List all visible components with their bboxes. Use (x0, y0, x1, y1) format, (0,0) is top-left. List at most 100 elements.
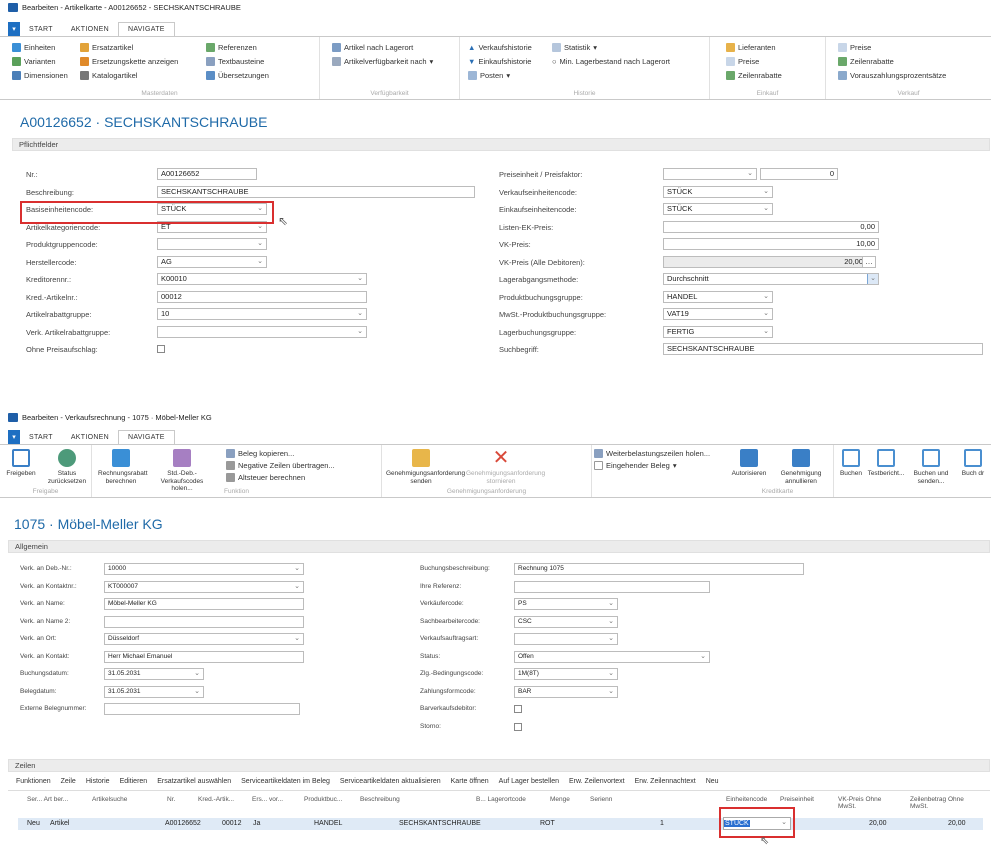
ohne-preisaufschlag-checkbox[interactable] (157, 345, 165, 353)
toolbar-item[interactable]: Zeile (61, 778, 76, 785)
field-input[interactable]: Offen ⌄ (514, 650, 710, 663)
buchen-button[interactable]: Buchen (834, 449, 868, 478)
chevron-down-icon[interactable]: ⌄ (357, 327, 363, 337)
ersatzartikel-button[interactable]: Ersatzartikel (80, 43, 133, 52)
table-cell[interactable]: ROT (540, 820, 555, 827)
column-header[interactable]: Beschreibung (360, 796, 460, 803)
field-input[interactable]: VAT19 ⌄ (663, 308, 773, 320)
varianten-button[interactable]: Varianten (12, 57, 56, 66)
freigeben-button[interactable]: Freigeben (0, 449, 44, 478)
weiterbelastung-button[interactable]: Weiterbelastungszeilen holen... (594, 449, 710, 458)
column-header[interactable]: Artikelsuche (92, 796, 152, 803)
toolbar-item[interactable]: Serviceartikeldaten im Beleg (241, 778, 330, 785)
toolbar-item[interactable]: Funktionen (16, 778, 51, 785)
chevron-down-icon[interactable]: ⌄ (867, 274, 878, 284)
chevron-down-icon[interactable]: ⌄ (257, 257, 263, 267)
verkauf-preise-button[interactable]: Preise (838, 43, 871, 52)
chevron-down-icon[interactable]: ⌄ (608, 669, 614, 679)
field-input[interactable]: 1M(8T) ⌄ (514, 668, 618, 680)
table-cell[interactable]: HANDEL (314, 820, 342, 827)
artikel-lagerort-button[interactable]: Artikel nach Lagerort (332, 43, 413, 52)
chevron-down-icon[interactable]: ⌄ (294, 582, 300, 592)
artikelverfuegbarkeit-button[interactable]: Artikelverfügbarkeit nach ▾ (332, 57, 433, 66)
lines-section-header[interactable]: Zeilen (8, 759, 990, 772)
referenzen-button[interactable]: Referenzen (206, 43, 257, 52)
column-header[interactable]: VK-Preis Ohne MwSt. (838, 796, 898, 810)
statistik-button[interactable]: Statistik ▾ (552, 43, 597, 52)
table-cell[interactable]: 1 (660, 820, 664, 827)
chevron-down-icon[interactable]: ⌄ (763, 327, 769, 337)
min-lagerbestand-button[interactable]: ○ Min. Lagerbestand nach Lagerort (552, 57, 670, 66)
eingehender-beleg-button[interactable]: Eingehender Beleg ▾ (594, 461, 677, 470)
chevron-down-icon[interactable]: ⌄ (194, 669, 200, 679)
field-input[interactable]: Möbel-Meller KG (104, 598, 304, 610)
field-input[interactable]: Durchschnitt ⌄ (663, 273, 879, 285)
field-input[interactable]: 00012 (157, 290, 367, 303)
chevron-down-icon[interactable]: ⌄ (608, 687, 614, 697)
dimensionen-button[interactable]: Dimensionen (12, 71, 68, 80)
toolbar-item[interactable]: Editieren (120, 778, 148, 785)
chevron-down-icon[interactable]: ⌄ (763, 292, 769, 302)
chevron-down-icon[interactable]: ⌄ (763, 187, 769, 197)
verkaufshistorie-button[interactable]: ▲ Verkaufshistorie (468, 43, 532, 52)
field-input[interactable]: SECHSKANTSCHRAUBE (663, 343, 983, 355)
field-input[interactable]: 0,00 (663, 220, 879, 233)
tab-start[interactable]: START (20, 430, 62, 444)
autorisieren-button[interactable]: Autorisieren (726, 449, 772, 478)
beleg-kopieren-button[interactable]: Beleg kopieren... (226, 449, 294, 458)
column-header[interactable]: Preiseinheit (780, 796, 840, 803)
field-input[interactable]: HANDEL ⌄ (663, 290, 773, 303)
field-input[interactable]: A00126652 (157, 168, 257, 180)
tab-aktionen[interactable]: AKTIONEN (62, 430, 118, 444)
table-cell[interactable]: SECHSKANTSCHRAUBE (399, 820, 481, 827)
toolbar-item[interactable]: Serviceartikeldaten aktualisieren (340, 778, 441, 785)
field-input[interactable]: CSC ⌄ (514, 615, 618, 628)
einkauf-preise-button[interactable]: Preise (726, 57, 759, 66)
table-cell[interactable]: A00126652 (165, 820, 201, 827)
katalogartikel-button[interactable]: Katalogartikel (80, 71, 137, 80)
column-header[interactable]: Zeilenbetrag Ohne MwSt. (910, 796, 970, 810)
home-menu-icon[interactable]: ▾ (8, 430, 20, 444)
column-header[interactable]: B... Lagerortcode (476, 796, 536, 803)
column-header[interactable]: Einheitencode (726, 796, 786, 803)
chevron-down-icon[interactable]: ⌄ (608, 617, 614, 627)
altsteuer-button[interactable]: Altsteuer berechnen (226, 473, 305, 482)
genehmigung-senden-button[interactable]: Genehmigungsanforderung senden (386, 449, 465, 485)
buchen-drucken-button[interactable]: Buch dr (956, 449, 990, 478)
table-cell[interactable]: 20,00 (948, 820, 966, 827)
field-input[interactable]: STÜCK ⌄ (663, 185, 773, 198)
table-cell[interactable]: Ja (253, 820, 260, 827)
field-input[interactable] (104, 615, 304, 628)
chevron-down-icon[interactable]: ⌄ (194, 687, 200, 697)
field-input[interactable]: K00010 ⌄ (157, 273, 367, 285)
chevron-down-icon[interactable]: ⌄ (608, 634, 614, 644)
field-input[interactable]: ⌄ (157, 238, 267, 250)
field-input[interactable]: BAR ⌄ (514, 685, 618, 698)
chevron-down-icon[interactable]: ⌄ (294, 634, 300, 644)
table-row[interactable] (18, 818, 983, 830)
field-input[interactable]: 20,00 (663, 255, 867, 268)
field-input[interactable]: 10 ⌄ (157, 308, 367, 320)
column-header[interactable]: Ser... Art ber... (27, 796, 87, 803)
column-header[interactable]: Kred.-Artik... (198, 796, 258, 803)
field-input[interactable]: Rechnung 1075 (514, 563, 804, 575)
uebersetzungen-button[interactable]: Übersetzungen (206, 71, 269, 80)
field-input[interactable]: AG ⌄ (157, 255, 267, 268)
chevron-down-icon[interactable]: ⌄ (763, 204, 769, 214)
field-input[interactable]: Düsseldorf ⌄ (104, 633, 304, 645)
tab-navigate[interactable]: NAVIGATE (118, 430, 175, 444)
section-header[interactable]: Pflichtfelder (12, 138, 990, 151)
field-input[interactable]: FERTIG ⌄ (663, 325, 773, 338)
section-header[interactable]: Allgemein (8, 540, 990, 553)
testbericht-button[interactable]: Testbericht... (866, 449, 906, 478)
field-input[interactable]: 10,00 (663, 238, 879, 250)
ersatzungskette-button[interactable]: Ersetzungskette anzeigen (80, 57, 178, 66)
toolbar-item[interactable]: Ersatzartikel auswählen (157, 778, 231, 785)
negative-zeilen-button[interactable]: Negative Zeilen übertragen... (226, 461, 335, 470)
home-menu-icon[interactable]: ▾ (8, 22, 20, 36)
chevron-down-icon[interactable]: ⌄ (747, 169, 753, 179)
field-input[interactable]: STÜCK ⌄ (663, 203, 773, 215)
chevron-down-icon[interactable]: ⌄ (357, 274, 363, 284)
field-checkbox[interactable] (514, 722, 522, 731)
vorauszahlung-button[interactable]: Vorauszahlungsprozentsätze (838, 71, 946, 80)
